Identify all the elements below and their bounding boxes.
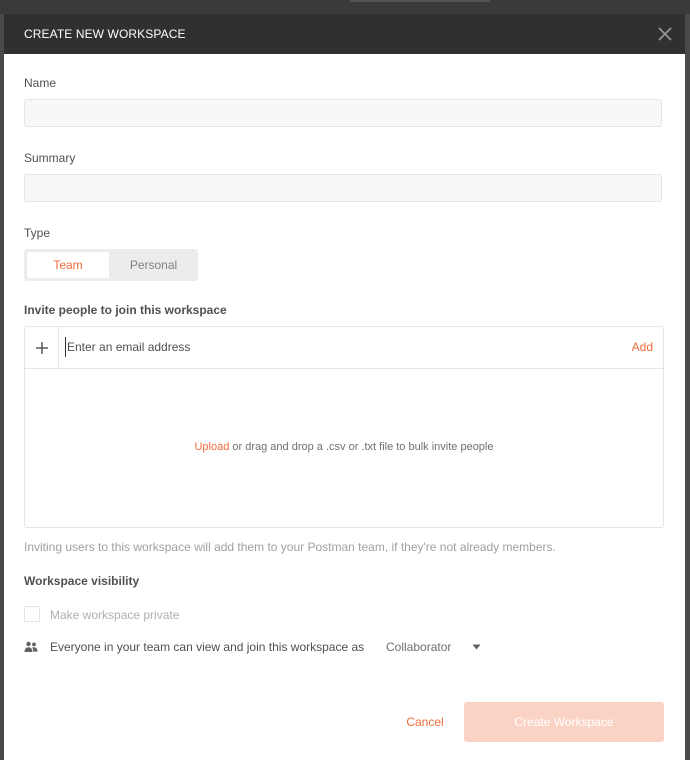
background-tab-indicator	[350, 0, 490, 2]
email-input[interactable]	[65, 337, 587, 357]
summary-field-wrapper	[24, 174, 662, 202]
plus-icon	[35, 341, 48, 354]
name-label: Name	[24, 76, 57, 90]
summary-input[interactable]	[25, 175, 661, 201]
upload-link[interactable]: Upload	[194, 441, 229, 453]
create-workspace-modal: CREATE NEW WORKSPACE Name Summary Type T…	[4, 14, 685, 760]
name-field-wrapper	[24, 99, 662, 127]
invite-label: Invite people to join this workspace	[24, 303, 227, 317]
team-access-text: Everyone in your team can view and join …	[50, 640, 365, 654]
type-option-personal[interactable]: Personal	[112, 252, 195, 278]
add-button[interactable]: Add	[632, 340, 653, 354]
bulk-invite-dropzone[interactable]: Upload or drag and drop a .csv or .txt f…	[25, 441, 663, 453]
summary-label: Summary	[24, 151, 76, 165]
private-checkbox[interactable]	[24, 606, 40, 622]
visibility-label: Workspace visibility	[24, 574, 140, 588]
background-window	[0, 0, 690, 14]
close-button[interactable]	[653, 22, 677, 46]
private-checkbox-label: Make workspace private	[50, 608, 180, 622]
name-input[interactable]	[25, 100, 661, 126]
bulk-invite-text: or drag and drop a .csv or .txt file to …	[229, 441, 494, 453]
modal-title: CREATE NEW WORKSPACE	[24, 27, 186, 41]
close-icon	[658, 27, 672, 41]
create-workspace-button[interactable]: Create Workspace	[464, 702, 664, 742]
invite-box: Add Upload or drag and drop a .csv or .t…	[24, 326, 664, 528]
invite-helper-text: Inviting users to this workspace will ad…	[24, 540, 556, 554]
caret-down-icon[interactable]	[472, 644, 481, 650]
type-option-team[interactable]: Team	[27, 252, 109, 278]
cancel-button[interactable]: Cancel	[390, 702, 460, 742]
people-icon	[24, 641, 38, 652]
type-toggle: Team Personal	[24, 249, 198, 281]
invite-email-row: Add	[25, 327, 663, 369]
type-label: Type	[24, 226, 51, 240]
add-email-button[interactable]	[25, 327, 59, 368]
modal-header: CREATE NEW WORKSPACE	[4, 14, 685, 54]
role-dropdown[interactable]: Collaborator	[386, 640, 451, 654]
